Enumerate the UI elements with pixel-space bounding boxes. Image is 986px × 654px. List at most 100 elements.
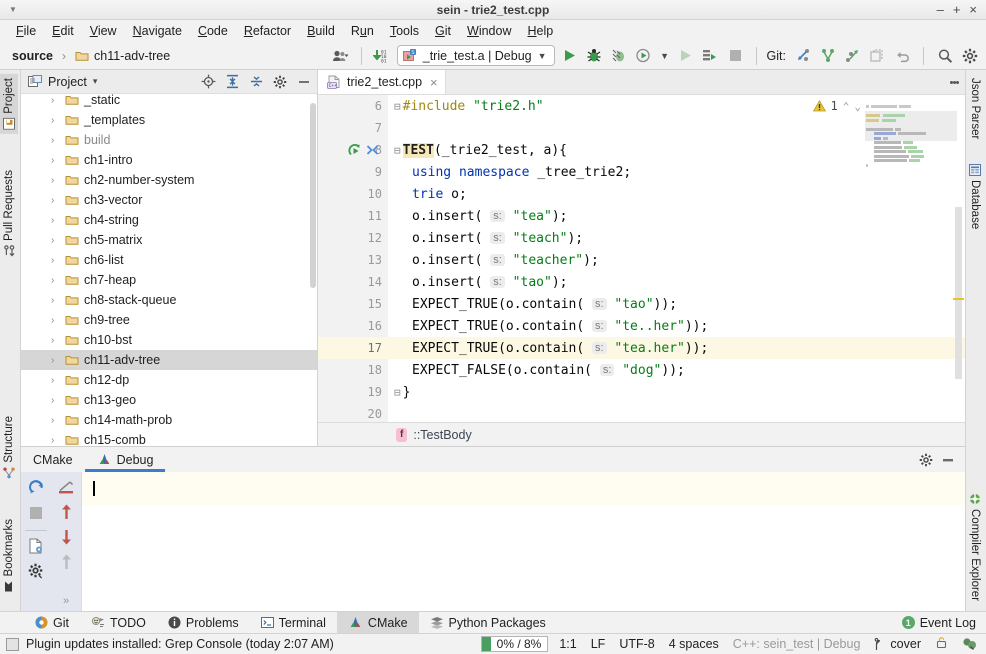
close-button[interactable]: × <box>969 3 977 16</box>
breadcrumb-root[interactable]: source <box>12 49 53 63</box>
gutter-run-markers[interactable] <box>348 143 379 160</box>
stop-button[interactable] <box>725 45 746 66</box>
hide-panel-icon[interactable] <box>295 73 313 91</box>
close-icon[interactable]: × <box>430 75 438 90</box>
line-separator[interactable]: LF <box>584 637 613 651</box>
editor-warning-stripe[interactable] <box>953 298 964 300</box>
debug-button[interactable] <box>584 45 605 66</box>
sidebar-item-bookmarks[interactable]: Bookmarks <box>0 515 18 597</box>
editor-breadcrumb[interactable]: f ::TestBody <box>318 422 965 446</box>
more-tools-icon[interactable]: » <box>63 595 69 611</box>
inspections-icon[interactable] <box>955 636 986 653</box>
sidebar-item-compiler-explorer[interactable]: Compiler Explorer <box>966 489 984 605</box>
tool-button-terminal[interactable]: Terminal <box>250 612 337 634</box>
menu-tools[interactable]: Tools <box>382 22 427 40</box>
chevron-right-icon[interactable]: › <box>51 155 60 166</box>
editor-code-area[interactable]: 6 7 8 9 10 11 12 13 14 15 16 17 18 19 20 ⊟ #include "tr… <box>318 95 965 422</box>
chevron-right-icon[interactable]: › <box>51 275 60 286</box>
debug-console[interactable] <box>81 472 965 611</box>
profile-dropdown-icon[interactable]: ▼ <box>659 45 671 66</box>
gutter-line-13[interactable]: 13 <box>318 249 388 271</box>
editor-minimap[interactable] <box>865 105 957 167</box>
maximize-button[interactable]: + <box>953 3 961 16</box>
tool-button-python-packages[interactable]: Python Packages <box>419 612 557 634</box>
git-commit-icon[interactable] <box>817 45 838 66</box>
tree-item-ch6-list[interactable]: › ch6-list <box>21 250 317 270</box>
bottom-tab-debug[interactable]: Debug <box>84 447 166 472</box>
tree-item-ch7-heap[interactable]: › ch7-heap <box>21 270 317 290</box>
gutter-line-19[interactable]: 19 <box>318 381 388 403</box>
sidebar-item-json-parser[interactable]: Json Parser <box>966 74 984 143</box>
tree-item-_static[interactable]: › _static <box>21 90 317 110</box>
stop-icon[interactable] <box>29 506 43 523</box>
editor-scrollbar[interactable] <box>955 207 962 379</box>
gutter-line-7[interactable]: 7 <box>318 117 388 139</box>
bottom-tab-cmake[interactable]: CMake <box>21 447 85 472</box>
next-problem-icon[interactable]: ⌄ <box>854 100 861 113</box>
soft-wrap-icon[interactable] <box>58 480 75 498</box>
menu-help[interactable]: Help <box>519 22 561 40</box>
run-with-coverage-button[interactable] <box>609 45 630 66</box>
chevron-right-icon[interactable]: › <box>51 175 60 186</box>
run-button[interactable] <box>559 45 580 66</box>
gutter-line-10[interactable]: 10 <box>318 183 388 205</box>
project-settings-icon[interactable] <box>271 73 289 91</box>
chevron-right-icon[interactable]: › <box>51 335 60 346</box>
menu-run[interactable]: Run <box>343 22 382 40</box>
menu-build[interactable]: Build <box>299 22 343 40</box>
menu-refactor[interactable]: Refactor <box>236 22 299 40</box>
editor-warning-indicator[interactable]: 1 ⌃ ⌄ <box>812 99 861 113</box>
test-status-icon[interactable] <box>366 144 379 160</box>
fold-marker-end-icon[interactable]: ⊟ <box>394 386 401 399</box>
download-updates-icon[interactable]: 01 10 01 <box>372 45 393 66</box>
tree-item-ch2-number-system[interactable]: › ch2-number-system <box>21 170 317 190</box>
event-log-button[interactable]: 1 Event Log <box>901 616 986 630</box>
sidebar-item-project[interactable]: Project <box>0 74 18 134</box>
tree-item-ch13-geo[interactable]: › ch13-geo <box>21 390 317 410</box>
gutter-line-6[interactable]: 6 <box>318 95 388 117</box>
tool-button-cmake[interactable]: CMake <box>336 611 419 634</box>
tree-item-ch9-tree[interactable]: › ch9-tree <box>21 310 317 330</box>
menu-git[interactable]: Git <box>427 22 459 40</box>
chevron-right-icon[interactable]: › <box>51 115 60 126</box>
tree-item-ch5-matrix[interactable]: › ch5-matrix <box>21 230 317 250</box>
build-button[interactable] <box>700 45 721 66</box>
minimize-button[interactable]: – <box>937 3 944 16</box>
gutter-line-12[interactable]: 12 <box>318 227 388 249</box>
export-icon[interactable] <box>28 538 44 557</box>
build-context[interactable]: C++: sein_test | Debug <box>726 637 868 651</box>
tree-item-ch12-dp[interactable]: › ch12-dp <box>21 370 317 390</box>
chevron-right-icon[interactable]: › <box>51 195 60 206</box>
menu-code[interactable]: Code <box>190 22 236 40</box>
scroll-down-icon[interactable] <box>59 529 74 548</box>
lock-icon[interactable] <box>928 636 955 652</box>
breadcrumb-folder[interactable]: ch11-adv-tree <box>75 49 170 63</box>
rerun-button[interactable] <box>675 45 696 66</box>
chevron-right-icon[interactable]: › <box>51 355 60 366</box>
gutter-line-9[interactable]: 9 <box>318 161 388 183</box>
menu-window[interactable]: Window <box>459 22 519 40</box>
fold-marker-icon[interactable]: ⊟ <box>394 100 401 113</box>
chevron-right-icon[interactable]: › <box>51 255 60 266</box>
chevron-right-icon[interactable]: › <box>51 395 60 406</box>
fold-marker-icon-2[interactable]: ⊟ <box>394 144 401 157</box>
run-configuration-selector[interactable]: S _trie_test.a | Debug ▼ <box>396 45 555 66</box>
tree-item-ch8-stack-queue[interactable]: › ch8-stack-queue <box>21 290 317 310</box>
project-tree-scrollbar[interactable] <box>310 103 316 288</box>
chevron-right-icon[interactable]: › <box>51 375 60 386</box>
indent-setting[interactable]: 4 spaces <box>662 637 726 651</box>
chevron-right-icon[interactable]: › <box>51 215 60 226</box>
chevron-right-icon[interactable]: › <box>51 435 60 446</box>
tree-item-ch3-vector[interactable]: › ch3-vector <box>21 190 317 210</box>
menu-edit[interactable]: Edit <box>44 22 82 40</box>
tool-button-todo[interactable]: TODO <box>80 612 157 634</box>
tree-item-ch11-adv-tree[interactable]: › ch11-adv-tree <box>21 350 317 370</box>
search-icon[interactable] <box>934 45 955 66</box>
chevron-right-icon[interactable]: › <box>51 415 60 426</box>
menu-file[interactable]: FFileile <box>8 22 44 40</box>
git-update-icon[interactable] <box>792 45 813 66</box>
chevron-right-icon[interactable]: › <box>51 295 60 306</box>
chevron-right-icon[interactable]: › <box>51 95 60 106</box>
sidebar-item-structure[interactable]: Structure <box>0 412 18 483</box>
tree-item-ch1-intro[interactable]: › ch1-intro <box>21 150 317 170</box>
